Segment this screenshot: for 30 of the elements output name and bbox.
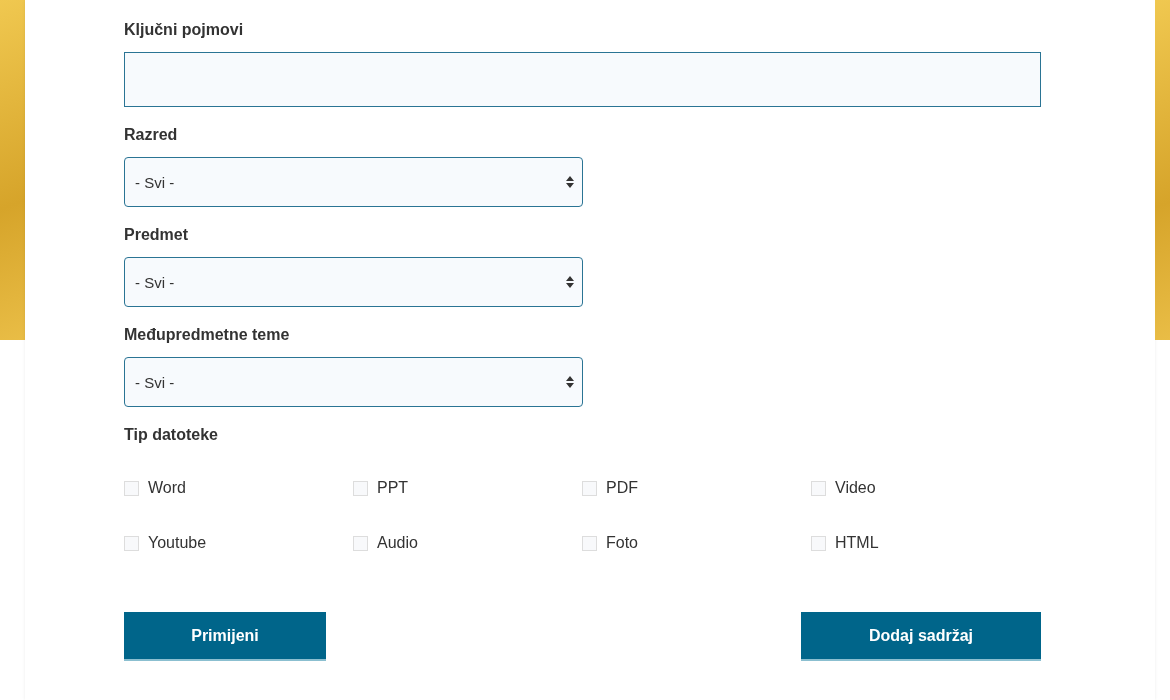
checkbox-option[interactable]: Audio	[353, 532, 582, 554]
checkbox-option[interactable]: PPT	[353, 477, 582, 499]
checkbox[interactable]	[811, 480, 826, 496]
checkbox[interactable]	[124, 535, 139, 551]
dropdown[interactable]: - Svi -	[124, 157, 583, 207]
field-label: Ključni pojmovi	[124, 20, 245, 40]
updown-arrows-icon	[566, 176, 574, 188]
field-label: Tip datoteke	[124, 425, 219, 445]
checkbox-option[interactable]: PDF	[582, 477, 811, 499]
field-label: Međupredmetne teme	[124, 325, 291, 345]
checkbox[interactable]	[582, 535, 597, 551]
field-label: Razred	[124, 125, 179, 145]
checkbox-option[interactable]: Video	[811, 477, 1040, 499]
checkbox[interactable]	[353, 535, 368, 551]
action-button[interactable]: Primijeni	[124, 612, 326, 661]
action-button[interactable]: Dodaj sadržaj	[801, 612, 1041, 661]
checkbox-option[interactable]: Foto	[582, 532, 811, 554]
checkbox[interactable]	[811, 535, 826, 551]
updown-arrows-icon	[566, 376, 574, 388]
checkbox-option[interactable]: Youtube	[124, 532, 353, 554]
dropdown[interactable]: - Svi -	[124, 257, 583, 307]
checkbox[interactable]	[353, 480, 368, 496]
field-label: Predmet	[124, 225, 190, 245]
checkbox-option[interactable]: Word	[124, 477, 353, 499]
checkbox[interactable]	[582, 480, 597, 496]
updown-arrows-icon	[566, 276, 574, 288]
checkbox[interactable]	[124, 480, 139, 496]
checkbox-option[interactable]: HTML	[811, 532, 1040, 554]
dropdown[interactable]: - Svi -	[124, 357, 583, 407]
input-field[interactable]	[124, 52, 1041, 107]
